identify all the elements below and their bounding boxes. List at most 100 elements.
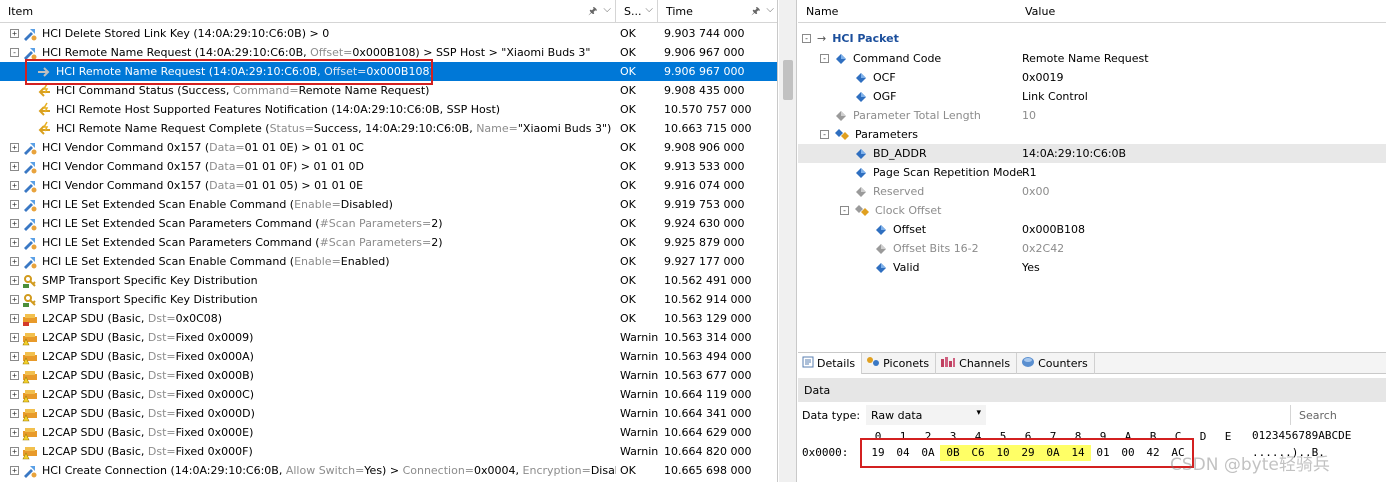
expand-icon[interactable]: + xyxy=(10,29,19,38)
table-row[interactable]: + HCI Delete Stored Link Key (14:0A:29:10… xyxy=(0,24,777,43)
table-row[interactable]: HCI Remote Name Request Complete (Status… xyxy=(0,119,777,138)
collapse-icon[interactable]: - xyxy=(840,206,849,215)
column-header-item[interactable]: Item 🖈 ⌵ xyxy=(0,0,616,23)
table-row[interactable]: HCI Command Status (Success, Command=Rem… xyxy=(0,81,777,100)
expand-icon[interactable]: + xyxy=(10,447,19,456)
table-row[interactable]: + HCI LE Set Extended Scan Enable Command… xyxy=(0,252,777,271)
table-row[interactable]: + SMP Transport Specific Key Distribution… xyxy=(0,271,777,290)
expand-icon[interactable]: + xyxy=(10,295,19,304)
hex-byte[interactable]: 0B xyxy=(940,445,966,461)
property-row[interactable]: Page Scan Repetition Mode R1 xyxy=(798,163,1386,182)
table-row[interactable]: + HCI LE Set Extended Scan Parameters Com… xyxy=(0,233,777,252)
tab-piconets[interactable]: Piconets xyxy=(862,353,937,374)
table-row[interactable]: + HCI Vendor Command 0x157 (Data=01 01 05… xyxy=(0,176,777,195)
table-row[interactable]: + L2CAP SDU (Basic, Dst=Fixed 0x000B) Warn… xyxy=(0,366,777,385)
property-row[interactable]: OCF 0x0019 xyxy=(798,68,1386,87)
property-row[interactable]: Reserved 0x00 xyxy=(798,182,1386,201)
table-row[interactable]: + L2CAP SDU (Basic, Dst=Fixed 0x000E) Warn… xyxy=(0,423,777,442)
tab-counters[interactable]: Counters xyxy=(1017,353,1095,374)
collapse-icon[interactable]: - xyxy=(802,33,811,43)
expand-icon[interactable]: + xyxy=(10,352,19,361)
dropdown-arrow-icon[interactable]: ▾ xyxy=(976,408,981,418)
collapse-icon[interactable]: - xyxy=(820,54,829,63)
table-row[interactable]: + SMP Transport Specific Key Distribution… xyxy=(0,290,777,309)
pane-scrollbar[interactable] xyxy=(779,0,797,482)
pin-icon[interactable]: 🖈 xyxy=(588,4,597,21)
chevron-down-icon[interactable]: ⌵ xyxy=(603,4,611,21)
property-row[interactable]: Offset 0x000B108 xyxy=(798,220,1386,239)
row-time: 10.664 119 000 xyxy=(664,388,752,401)
table-row[interactable]: + L2CAP SDU (Basic, Dst=Fixed 0x000D) Warn… xyxy=(0,404,777,423)
expand-icon[interactable]: + xyxy=(10,314,19,323)
data-type-select[interactable]: Raw data ▾ xyxy=(866,405,986,425)
row-time: 10.563 494 000 xyxy=(664,350,752,363)
expand-icon[interactable]: + xyxy=(10,371,19,380)
details-column-name[interactable]: Name xyxy=(806,5,838,18)
hex-byte[interactable]: 10 xyxy=(990,445,1016,461)
hex-byte[interactable]: 00 xyxy=(1118,445,1138,461)
table-row[interactable]: + L2CAP SDU (Basic, Dst=Fixed 0x000A) Warn… xyxy=(0,347,777,366)
table-row[interactable]: + HCI LE Set Extended Scan Parameters Com… xyxy=(0,214,777,233)
key-icon xyxy=(22,292,38,308)
packet-title-row[interactable]: - → HCI Packet xyxy=(798,27,1386,49)
chevron-down-icon[interactable]: ⌵ xyxy=(645,4,653,15)
pin-icon[interactable]: 🖈 xyxy=(751,4,760,21)
hex-byte[interactable]: 04 xyxy=(893,445,913,461)
hex-byte[interactable]: 14 xyxy=(1065,445,1091,461)
property-row[interactable]: OGF Link Control xyxy=(798,87,1386,106)
column-header-status[interactable]: S... ⌵ xyxy=(616,0,658,23)
details-column-value[interactable]: Value xyxy=(1025,5,1055,18)
property-row[interactable]: - Clock Offset xyxy=(798,201,1386,220)
property-row[interactable]: BD_ADDR 14:0A:29:10:C6:0B xyxy=(798,144,1386,163)
table-row[interactable]: + HCI LE Set Extended Scan Enable Command… xyxy=(0,195,777,214)
expand-icon[interactable]: + xyxy=(10,219,19,228)
property-row[interactable]: Offset Bits 16-2 0x2C42 xyxy=(798,239,1386,258)
expand-icon[interactable]: + xyxy=(10,143,19,152)
expand-icon[interactable]: + xyxy=(10,428,19,437)
expand-icon[interactable]: + xyxy=(10,333,19,342)
tab-channels[interactable]: Channels xyxy=(936,353,1018,374)
expand-icon[interactable]: + xyxy=(10,257,19,266)
row-time: 9.927 177 000 xyxy=(664,255,745,268)
table-row[interactable]: + L2CAP SDU (Basic, Dst=0x0C08) OK 10.563 1… xyxy=(0,309,777,328)
property-row[interactable]: Valid Yes xyxy=(798,258,1386,277)
hex-byte[interactable]: 0A xyxy=(918,445,938,461)
expand-icon[interactable]: + xyxy=(10,238,19,247)
search-input[interactable]: Search xyxy=(1290,405,1386,425)
expand-icon[interactable]: + xyxy=(10,162,19,171)
table-row[interactable]: + HCI Vendor Command 0x157 (Data=01 01 0F… xyxy=(0,157,777,176)
expand-icon[interactable]: + xyxy=(10,466,19,475)
diamond-blue-icon xyxy=(855,91,867,103)
expand-icon[interactable]: + xyxy=(10,276,19,285)
property-row[interactable]: Parameter Total Length 10 xyxy=(798,106,1386,125)
table-row[interactable]: - HCI Remote Name Request (14:0A:29:10:C6… xyxy=(0,43,777,62)
collapse-icon[interactable]: - xyxy=(10,48,19,57)
expand-icon[interactable]: + xyxy=(10,409,19,418)
hex-byte[interactable]: 42 xyxy=(1143,445,1163,461)
table-row[interactable]: + HCI Create Connection (14:0A:29:10:C6:0… xyxy=(0,461,777,480)
hex-byte[interactable]: 01 xyxy=(1093,445,1113,461)
hex-byte[interactable]: C6 xyxy=(965,445,991,461)
l2cap-warn-icon xyxy=(22,330,38,346)
expand-icon[interactable]: + xyxy=(10,200,19,209)
property-row[interactable]: - Command Code Remote Name Request xyxy=(798,49,1386,68)
hex-byte[interactable]: 19 xyxy=(868,445,888,461)
hex-byte[interactable]: 29 xyxy=(1015,445,1041,461)
chevron-down-icon[interactable]: ⌵ xyxy=(766,4,774,21)
table-row[interactable]: + L2CAP SDU (Basic, Dst=Fixed 0x000C) Warn… xyxy=(0,385,777,404)
column-header-time[interactable]: Time 🖈 ⌵ xyxy=(658,0,777,23)
hex-column-label: 6 xyxy=(1024,430,1032,443)
hex-byte[interactable]: 0A xyxy=(1040,445,1066,461)
expand-icon[interactable]: + xyxy=(10,390,19,399)
table-row[interactable]: + HCI Vendor Command 0x157 (Data=01 01 0E… xyxy=(0,138,777,157)
table-row[interactable]: + L2CAP SDU (Basic, Dst=Fixed 0x000F) Warn… xyxy=(0,442,777,461)
tab-details[interactable]: Details xyxy=(798,353,863,374)
scrollbar-thumb[interactable] xyxy=(783,60,793,100)
collapse-icon[interactable]: - xyxy=(820,130,829,139)
property-row[interactable]: - Parameters xyxy=(798,125,1386,144)
data-type-label: Data type: xyxy=(802,408,861,422)
expand-icon[interactable]: + xyxy=(10,181,19,190)
table-row[interactable]: HCI Remote Name Request (14:0A:29:10:C6:… xyxy=(0,62,777,81)
table-row[interactable]: HCI Remote Host Supported Features Notif… xyxy=(0,100,777,119)
table-row[interactable]: + L2CAP SDU (Basic, Dst=Fixed 0x0009) Warn… xyxy=(0,328,777,347)
